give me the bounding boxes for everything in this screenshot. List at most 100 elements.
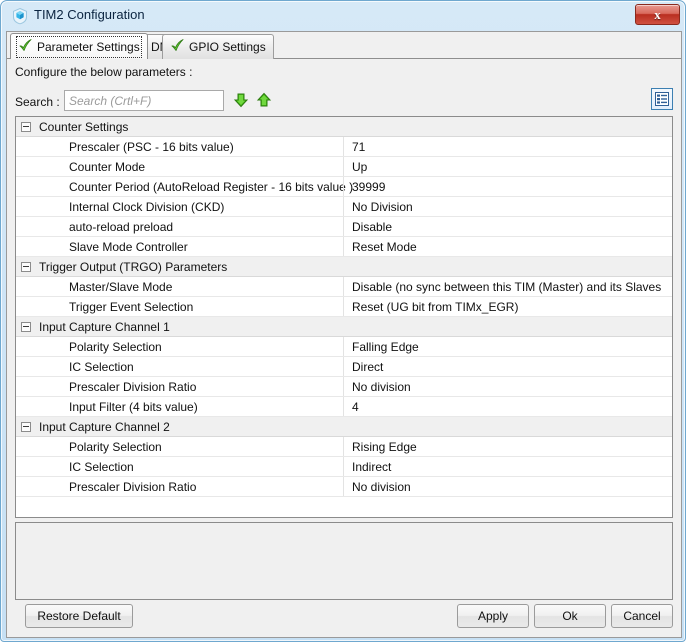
close-button[interactable]: x [635,4,680,25]
collapse-icon[interactable] [21,421,31,432]
title-bar: TIM2 Configuration x [1,1,686,31]
column-divider [343,457,344,476]
parameter-name: auto-reload preload [69,219,174,234]
column-divider [343,437,344,456]
tree-parameter-row[interactable]: auto-reload preload Disable [16,217,672,237]
column-divider [343,417,344,436]
window-title: TIM2 Configuration [34,7,145,22]
description-pane [15,522,673,600]
green-down-arrow-icon[interactable] [232,91,250,109]
green-up-arrow-icon[interactable] [255,91,273,109]
tab-strip: Parameter SettingsUser ConstantsNVIC Set… [7,32,681,59]
tree-parameter-row[interactable]: Internal Clock Division (CKD) No Division [16,197,672,217]
tree-group-label: Trigger Output (TRGO) Parameters [39,259,228,274]
parameter-name: Internal Clock Division (CKD) [69,199,225,214]
tree-parameter-row[interactable]: Polarity Selection Falling Edge [16,337,672,357]
column-divider [343,357,344,376]
tab-parameter-settings[interactable]: Parameter Settings [10,33,148,59]
parameter-value[interactable]: Reset Mode [352,240,417,254]
table-view-icon[interactable] [651,88,673,110]
parameter-name: Polarity Selection [69,439,162,454]
column-divider [343,317,344,336]
parameter-value[interactable]: 39999 [352,180,385,194]
column-divider [343,177,344,196]
parameter-value[interactable]: Direct [352,360,383,374]
tree-parameter-row[interactable]: Prescaler Division Ratio No division [16,377,672,397]
collapse-icon[interactable] [21,121,31,132]
column-divider [343,297,344,316]
parameter-name: Counter Mode [69,159,146,174]
parameter-name: Slave Mode Controller [69,239,188,254]
search-label: Search : [15,95,60,109]
parameter-value[interactable]: Disable [352,220,392,234]
apply-button[interactable]: Apply [457,604,529,628]
cancel-button[interactable]: Cancel [611,604,673,628]
tree-parameter-row[interactable]: Master/Slave Mode Disable (no sync betwee… [16,277,672,297]
tree-parameter-row[interactable]: IC Selection Indirect [16,457,672,477]
parameter-value[interactable]: Reset (UG bit from TIMx_EGR) [352,300,518,314]
tree-parameter-row[interactable]: Trigger Event Selection Reset (UG bit fro… [16,297,672,317]
tree-parameter-row[interactable]: IC Selection Direct [16,357,672,377]
column-divider [343,337,344,356]
parameter-value[interactable]: No division [352,480,411,494]
column-divider [343,157,344,176]
parameter-value[interactable]: No Division [352,200,413,214]
collapse-icon[interactable] [21,261,31,272]
parameter-name: Trigger Event Selection [69,299,194,314]
parameter-tree[interactable]: Counter Settings Prescaler (PSC - 16 bits… [15,116,673,518]
column-divider [343,117,344,136]
parameter-name: Prescaler Division Ratio [69,479,197,494]
tree-group-label: Input Capture Channel 2 [39,419,170,434]
restore-default-button[interactable]: Restore Default [25,604,133,628]
parameter-value[interactable]: 4 [352,400,359,414]
tree-parameter-row[interactable]: Counter Period (AutoReload Register - 16… [16,177,672,197]
close-icon: x [654,7,661,22]
tree-group-label: Input Capture Channel 1 [39,319,170,334]
column-divider [343,237,344,256]
parameter-name: Prescaler Division Ratio [69,379,197,394]
parameter-name: Master/Slave Mode [69,279,173,294]
tree-parameter-row[interactable]: Input Filter (4 bits value) 4 [16,397,672,417]
parameter-value[interactable]: Up [352,160,367,174]
green-check-icon [170,38,185,56]
parameter-name: IC Selection [69,359,134,374]
parameter-value[interactable]: Rising Edge [352,440,417,454]
tab-label: Parameter Settings [37,39,140,54]
tab-label: GPIO Settings [189,40,266,54]
green-check-icon [18,38,33,56]
collapse-icon[interactable] [21,321,31,332]
column-divider [343,377,344,396]
cube-icon [11,7,29,25]
column-divider [343,257,344,276]
dialog-client-area: Parameter SettingsUser ConstantsNVIC Set… [6,31,682,638]
tree-group-row[interactable]: Input Capture Channel 2 [16,417,672,437]
tree-parameter-row[interactable]: Polarity Selection Rising Edge [16,437,672,457]
tree-group-row[interactable]: Trigger Output (TRGO) Parameters [16,257,672,277]
configure-caption: Configure the below parameters : [15,65,193,79]
column-divider [343,137,344,156]
parameter-value[interactable]: Indirect [352,460,391,474]
parameter-value[interactable]: Disable (no sync between this TIM (Maste… [352,280,661,294]
column-divider [343,277,344,296]
tree-parameter-row[interactable]: Slave Mode Controller Reset Mode [16,237,672,257]
parameter-name: Prescaler (PSC - 16 bits value) [69,139,234,154]
tab-gpio-settings[interactable]: GPIO Settings [162,34,274,59]
parameter-value[interactable]: 71 [352,140,365,154]
tree-parameter-row[interactable]: Counter Mode Up [16,157,672,177]
parameter-name: IC Selection [69,459,134,474]
tree-group-row[interactable]: Counter Settings [16,117,672,137]
search-input[interactable] [64,90,224,111]
tree-group-label: Counter Settings [39,119,129,134]
ok-button[interactable]: Ok [534,604,606,628]
column-divider [343,197,344,216]
tree-parameter-row[interactable]: Prescaler (PSC - 16 bits value) 71 [16,137,672,157]
column-divider [343,397,344,416]
parameter-name: Polarity Selection [69,339,162,354]
parameter-value[interactable]: Falling Edge [352,340,419,354]
tree-group-row[interactable]: Input Capture Channel 1 [16,317,672,337]
column-divider [343,217,344,236]
tree-parameter-row[interactable]: Prescaler Division Ratio No division [16,477,672,497]
parameter-value[interactable]: No division [352,380,411,394]
column-divider [343,477,344,496]
parameter-name: Counter Period (AutoReload Register - 16… [69,179,354,194]
